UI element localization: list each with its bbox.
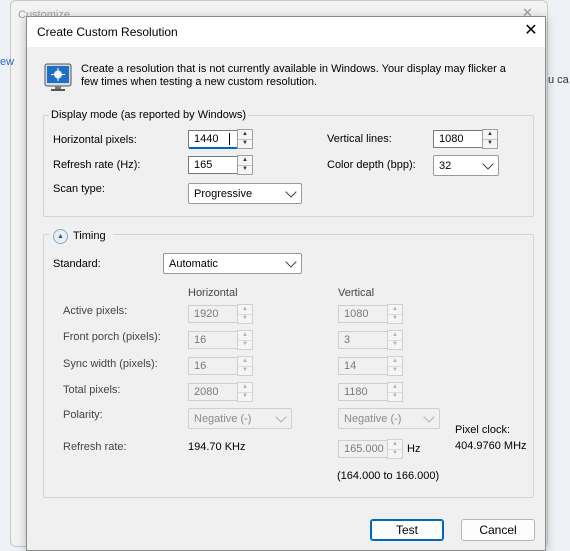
chevron-down-icon [275, 411, 287, 423]
background-text-fragment: u ca [548, 74, 569, 86]
cancel-button[interactable]: Cancel [461, 519, 535, 541]
spin-down-icon[interactable]: ▼ [388, 392, 402, 401]
spin-down-icon[interactable]: ▼ [388, 314, 402, 323]
active-pixels-h-spinner[interactable]: ▲ ▼ [237, 304, 253, 324]
vertical-lines-label: Vertical lines: [327, 133, 392, 145]
timing-refresh-label: Refresh rate: [63, 441, 127, 453]
pixel-clock-value: 404.9760 MHz [455, 440, 527, 452]
monitor-icon [44, 63, 72, 91]
color-depth-select[interactable]: 32 [433, 155, 499, 176]
horizontal-pixels-label: Horizontal pixels: [53, 134, 137, 146]
test-button[interactable]: Test [370, 519, 444, 541]
color-depth-label: Color depth (bpp): [327, 159, 416, 171]
spin-down-icon[interactable]: ▼ [388, 449, 402, 458]
refresh-rate-label: Refresh rate (Hz): [53, 159, 141, 171]
standard-label: Standard: [53, 258, 101, 270]
spin-down-icon[interactable]: ▼ [238, 314, 252, 323]
horizontal-frequency-value: 194.70 KHz [188, 441, 246, 453]
sync-width-h-spinner[interactable]: ▲ ▼ [237, 356, 253, 376]
spin-down-icon[interactable]: ▼ [238, 340, 252, 349]
spin-down-icon[interactable]: ▼ [388, 340, 402, 349]
spin-down-icon[interactable]: ▼ [238, 366, 252, 375]
total-pixels-v-input[interactable]: 1180 [338, 383, 388, 401]
spin-down-icon[interactable]: ▼ [238, 139, 252, 148]
pixel-clock-label: Pixel clock: [455, 424, 511, 436]
timing-row-label: Active pixels: [63, 305, 128, 317]
active-pixels-v-spinner[interactable]: ▲ ▼ [387, 304, 403, 324]
standard-select[interactable]: Automatic [163, 253, 302, 274]
timing-legend: Timing [73, 230, 106, 242]
horizontal-pixels-input[interactable]: 1440 [188, 130, 238, 149]
title-bar: Create Custom Resolution ✕ [27, 17, 545, 47]
spin-down-icon[interactable]: ▼ [388, 366, 402, 375]
display-mode-legend: Display mode (as reported by Windows) [49, 109, 249, 121]
intro-text: Create a resolution that is not currentl… [81, 63, 506, 88]
polarity-label: Polarity: [63, 409, 103, 421]
front-porch-h-input[interactable]: 16 [188, 331, 238, 349]
polarity-v-select[interactable]: Negative (-) [338, 408, 440, 429]
total-pixels-h-input[interactable]: 2080 [188, 383, 238, 401]
refresh-rate-input[interactable]: 165 [188, 156, 238, 174]
vertical-lines-spinner[interactable]: ▲ ▼ [482, 129, 498, 149]
refresh-unit-label: Hz [407, 443, 421, 455]
spin-down-icon[interactable]: ▼ [483, 139, 497, 148]
active-pixels-v-input[interactable]: 1080 [338, 305, 388, 323]
spin-down-icon[interactable]: ▼ [238, 392, 252, 401]
polarity-h-select[interactable]: Negative (-) [188, 408, 292, 429]
close-icon[interactable]: ✕ [521, 20, 541, 42]
chevron-down-icon [285, 256, 297, 268]
spin-down-icon[interactable]: ▼ [238, 165, 252, 174]
text-caret [229, 133, 230, 145]
front-porch-h-spinner[interactable]: ▲ ▼ [237, 330, 253, 350]
active-pixels-h-input[interactable]: 1920 [188, 305, 238, 323]
horizontal-column-header: Horizontal [188, 287, 238, 299]
chevron-down-icon [482, 158, 494, 170]
vertical-refresh-spinner[interactable]: ▲ ▼ [387, 439, 403, 459]
front-porch-v-input[interactable]: 3 [338, 331, 388, 349]
timing-collapse-icon[interactable]: ▲ [53, 229, 68, 244]
chevron-down-icon [423, 411, 435, 423]
background-link-fragment[interactable]: ew [0, 56, 14, 68]
total-pixels-h-spinner[interactable]: ▲ ▼ [237, 382, 253, 402]
vertical-refresh-input[interactable]: 165.000 [338, 440, 388, 458]
chevron-down-icon [285, 186, 297, 198]
scan-type-select[interactable]: Progressive [188, 183, 302, 204]
sync-width-v-input[interactable]: 14 [338, 357, 388, 375]
timing-row-label: Front porch (pixels): [63, 331, 161, 343]
sync-width-h-input[interactable]: 16 [188, 357, 238, 375]
total-pixels-v-spinner[interactable]: ▲ ▼ [387, 382, 403, 402]
timing-row-label: Sync width (pixels): [63, 358, 158, 370]
refresh-range-text: (164.000 to 166.000) [337, 470, 440, 482]
refresh-rate-spinner[interactable]: ▲ ▼ [237, 155, 253, 175]
vertical-lines-input[interactable]: 1080 [433, 130, 483, 148]
custom-resolution-dialog: Create Custom Resolution ✕ Create a reso… [26, 16, 546, 551]
timing-row-label: Total pixels: [63, 384, 121, 396]
sync-width-v-spinner[interactable]: ▲ ▼ [387, 356, 403, 376]
front-porch-v-spinner[interactable]: ▲ ▼ [387, 330, 403, 350]
scan-type-label: Scan type: [53, 183, 105, 195]
vertical-column-header: Vertical [338, 287, 375, 299]
horizontal-pixels-spinner[interactable]: ▲ ▼ [237, 129, 253, 149]
dialog-title: Create Custom Resolution [37, 25, 178, 39]
